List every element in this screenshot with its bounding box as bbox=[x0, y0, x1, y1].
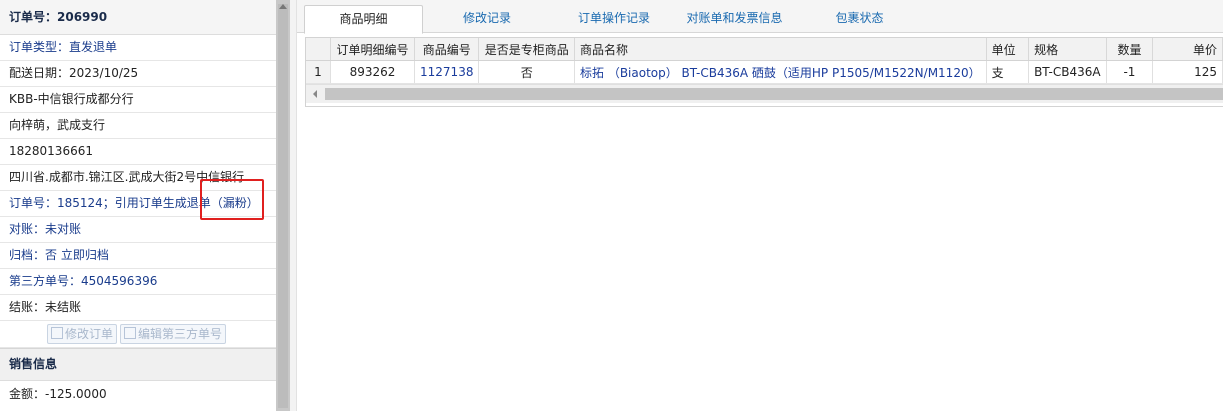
sales-info-title: 销售信息 bbox=[0, 348, 276, 381]
panel-divider[interactable] bbox=[290, 0, 297, 411]
tab-statement-invoice[interactable]: 对账单和发票信息 bbox=[677, 5, 792, 31]
unit-price-cell: 125 bbox=[1152, 60, 1223, 84]
table-header-row: 订单明细编号 商品编号 是否是专柜商品 商品名称 单位 规格 数量 单价 bbox=[306, 38, 1223, 61]
quantity-cell: -1 bbox=[1106, 60, 1154, 84]
is-counter-cell: 否 bbox=[478, 60, 575, 84]
detail-panel: 商品明细 修改记录 订单操作记录 对账单和发票信息 包裹状态 订单明细编号 商品… bbox=[297, 0, 1223, 411]
row-number: 1 bbox=[306, 60, 331, 84]
contact-phone: 18280136661 bbox=[0, 139, 276, 165]
column-header-unit-price[interactable]: 单价 bbox=[1152, 38, 1223, 61]
customer-company: KBB-中信银行成都分行 bbox=[0, 87, 276, 113]
order-type: 订单类型：直发退单 bbox=[0, 35, 276, 61]
horizontal-scrollbar[interactable] bbox=[306, 84, 1223, 103]
edit-third-party-number-button[interactable]: 编辑第三方单号 bbox=[120, 324, 227, 344]
order-info-panel: 订单号：206990 订单类型：直发退单 配送日期：2023/10/25 KBB… bbox=[0, 0, 276, 411]
tab-package-status[interactable]: 包裹状态 bbox=[817, 5, 902, 31]
tab-change-log[interactable]: 修改记录 bbox=[437, 5, 537, 31]
tab-product-details[interactable]: 商品明细 bbox=[304, 5, 423, 34]
product-name-link[interactable]: 标拓 （Biaotop） BT-CB436A 硒鼓（适用HP P1505/M15… bbox=[574, 60, 987, 84]
settlement-status: 结账：未结账 bbox=[0, 295, 276, 321]
scroll-left-button[interactable] bbox=[306, 85, 324, 103]
product-detail-grid: 订单明细编号 商品编号 是否是专柜商品 商品名称 单位 规格 数量 单价 1 8… bbox=[305, 37, 1223, 107]
chevron-left-icon bbox=[313, 90, 317, 98]
detail-id-cell: 893262 bbox=[330, 60, 416, 84]
left-panel-scrollbar[interactable] bbox=[276, 0, 290, 411]
highlight-annotation-box bbox=[200, 179, 264, 220]
horizontal-scrollbar-thumb[interactable] bbox=[325, 88, 1223, 100]
tab-order-operation-log[interactable]: 订单操作记录 bbox=[559, 5, 669, 31]
unit-cell: 支 bbox=[986, 60, 1030, 84]
archive-status[interactable]: 归档：否 立即归档 bbox=[0, 243, 276, 269]
reconciliation-status[interactable]: 对账：未对账 bbox=[0, 217, 276, 243]
column-header-is-counter[interactable]: 是否是专柜商品 bbox=[478, 38, 575, 61]
detail-tabs: 商品明细 修改记录 订单操作记录 对账单和发票信息 包裹状态 bbox=[297, 0, 1223, 34]
edit-order-button[interactable]: 修改订单 bbox=[47, 324, 118, 344]
column-header-rownum bbox=[306, 38, 331, 61]
column-header-unit[interactable]: 单位 bbox=[986, 38, 1030, 61]
column-header-detail-id[interactable]: 订单明细编号 bbox=[330, 38, 416, 61]
delivery-date: 配送日期：2023/10/25 bbox=[0, 61, 276, 87]
table-row[interactable]: 1 893262 1127138 否 标拓 （Biaotop） BT-CB436… bbox=[306, 60, 1223, 84]
action-button-row: 修改订单 编辑第三方单号 bbox=[0, 321, 276, 348]
scrollbar-thumb[interactable] bbox=[278, 4, 288, 408]
contact-person: 向梓萌，武成支行 bbox=[0, 113, 276, 139]
scroll-up-icon[interactable] bbox=[279, 4, 287, 9]
spec-cell: BT-CB436A bbox=[1028, 60, 1107, 84]
product-detail-table: 订单明细编号 商品编号 是否是专柜商品 商品名称 单位 规格 数量 单价 1 8… bbox=[306, 38, 1223, 84]
column-header-spec[interactable]: 规格 bbox=[1028, 38, 1107, 61]
edit-icon bbox=[51, 327, 63, 339]
third-party-order-number[interactable]: 第三方单号：4504596396 bbox=[0, 269, 276, 295]
column-header-product-id[interactable]: 商品编号 bbox=[414, 38, 480, 61]
product-id-link[interactable]: 1127138 bbox=[414, 60, 480, 84]
column-header-quantity[interactable]: 数量 bbox=[1106, 38, 1154, 61]
order-number-header: 订单号：206990 bbox=[0, 0, 276, 35]
edit-icon bbox=[124, 327, 136, 339]
column-header-product-name[interactable]: 商品名称 bbox=[574, 38, 987, 61]
sales-amount: 金额：-125.0000 bbox=[9, 387, 107, 401]
